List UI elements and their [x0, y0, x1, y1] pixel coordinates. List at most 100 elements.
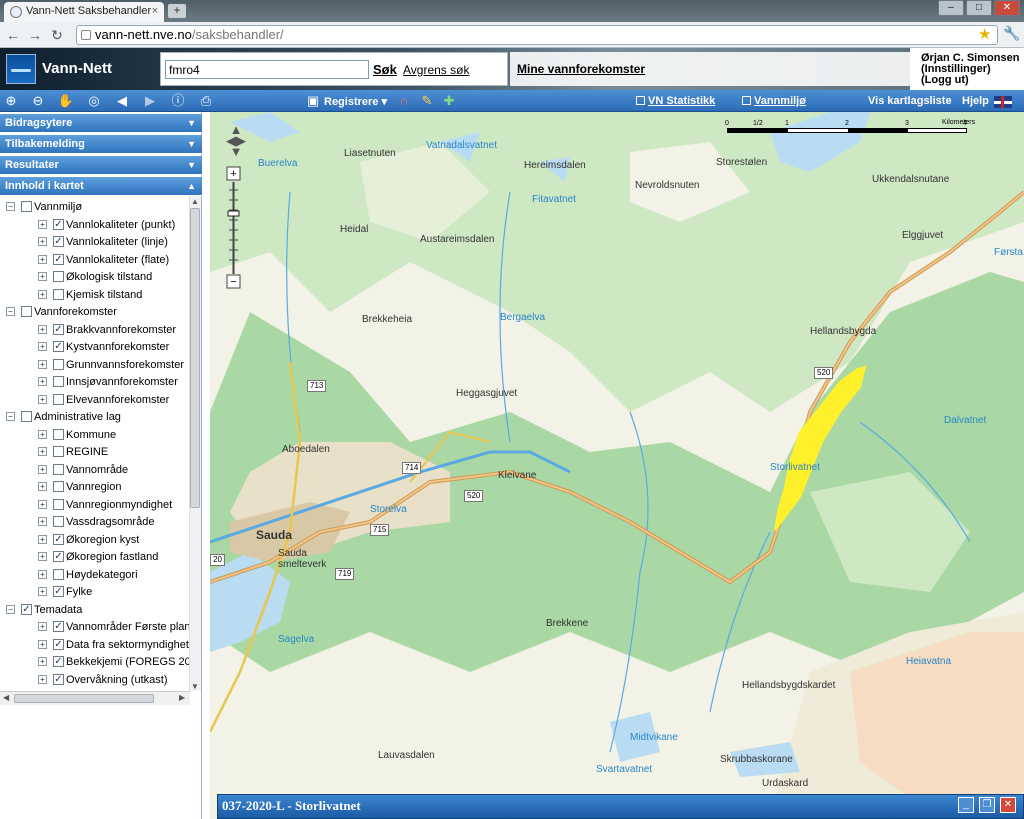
collapse-icon[interactable]: − — [6, 412, 15, 421]
expand-icon[interactable]: + — [38, 517, 47, 526]
scroll-right-icon[interactable]: ▶ — [179, 693, 185, 702]
layer-checkbox[interactable] — [53, 568, 64, 580]
layer-checkbox[interactable]: ✓ — [21, 603, 32, 615]
expand-icon[interactable]: + — [38, 657, 47, 666]
layer-checkbox[interactable]: ✓ — [53, 218, 64, 230]
tab-close-icon[interactable]: × — [152, 2, 158, 21]
reload-icon[interactable]: ↻ — [48, 26, 66, 44]
my-waterbodies-link[interactable]: Mine vannforekomster — [517, 62, 645, 76]
vn-stats-link[interactable]: VN Statistikk — [636, 95, 715, 107]
expand-icon[interactable]: + — [38, 639, 47, 649]
layer-checkbox[interactable] — [53, 446, 64, 457]
forward-arrow-icon[interactable]: ▶ — [141, 92, 159, 110]
zoom-out-icon[interactable]: ⊖ — [29, 92, 47, 110]
new-tab-button[interactable]: + — [168, 4, 186, 18]
register-menu[interactable]: Registrere ▾ — [324, 95, 387, 108]
collapse-icon[interactable]: − — [6, 202, 15, 211]
logout-link[interactable]: (Logg ut) — [921, 75, 1024, 86]
magnet-icon[interactable]: ∩ — [395, 92, 413, 110]
zoom-area-icon[interactable]: ◎ — [85, 92, 103, 110]
close-panel-button[interactable]: ✕ — [1000, 797, 1016, 813]
back-arrow-icon[interactable]: ← — [4, 26, 22, 44]
layer-checkbox[interactable]: ✓ — [53, 551, 64, 562]
bookmark-star-icon[interactable]: ★ — [978, 25, 991, 43]
panel-tilbakemelding[interactable]: Tilbakemelding ▼ — [0, 135, 202, 154]
panel-resultater[interactable]: Resultater ▼ — [0, 156, 202, 175]
pan-hand-icon[interactable]: ✋ — [57, 92, 75, 110]
register-icon[interactable]: ▣ — [304, 92, 322, 110]
layer-checkbox[interactable] — [21, 306, 32, 317]
wrench-icon[interactable]: 🔧 — [1003, 25, 1020, 42]
close-window-button[interactable]: ✕ — [994, 0, 1020, 16]
layer-checkbox[interactable]: ✓ — [53, 253, 64, 265]
back-arrow-icon[interactable]: ◀ — [113, 92, 131, 110]
layer-checkbox[interactable] — [53, 358, 64, 370]
tree-scroll-thumb[interactable] — [190, 208, 200, 508]
refine-search-link[interactable]: Avgrens søk — [403, 63, 469, 77]
collapse-icon[interactable]: − — [6, 604, 15, 614]
layer-checkbox[interactable] — [53, 516, 64, 527]
help-link[interactable]: Hjelp — [962, 95, 989, 107]
expand-icon[interactable]: + — [38, 359, 47, 369]
zoom-slider[interactable]: + − — [226, 166, 242, 290]
zoom-in-icon[interactable]: ⊕ — [2, 92, 20, 110]
layer-checkbox[interactable] — [53, 376, 64, 387]
layer-checkbox[interactable] — [53, 428, 64, 440]
expand-icon[interactable]: + — [38, 482, 47, 491]
info-icon[interactable]: ⓘ — [169, 92, 187, 110]
expand-icon[interactable]: + — [38, 272, 47, 281]
layer-checkbox[interactable] — [53, 498, 64, 510]
layer-checkbox[interactable] — [53, 393, 64, 405]
map-canvas[interactable] — [210, 112, 1024, 819]
layer-checkbox[interactable] — [21, 201, 32, 212]
print-icon[interactable]: ⎙ — [197, 92, 215, 110]
layer-checkbox[interactable]: ✓ — [53, 533, 64, 545]
minimize-button[interactable]: – — [938, 0, 964, 16]
expand-icon[interactable]: + — [38, 447, 47, 456]
tree-hscroll-thumb[interactable] — [14, 694, 154, 703]
layer-checkbox[interactable] — [53, 463, 64, 475]
layer-checkbox[interactable] — [53, 288, 64, 300]
expand-icon[interactable]: + — [38, 534, 47, 544]
expand-icon[interactable]: + — [38, 289, 47, 299]
layer-checkbox[interactable]: ✓ — [53, 656, 64, 667]
pan-control[interactable]: ▲ ◀▶ ▼ — [222, 123, 250, 158]
layer-checkbox[interactable] — [53, 481, 64, 492]
layer-checkbox[interactable]: ✓ — [53, 236, 64, 247]
restore-panel-button[interactable]: ❐ — [979, 797, 995, 813]
search-button[interactable]: Søk — [373, 62, 397, 77]
expand-icon[interactable]: + — [38, 394, 47, 404]
expand-icon[interactable]: + — [38, 569, 47, 579]
expand-icon[interactable]: + — [38, 254, 47, 264]
layer-checkbox[interactable]: ✓ — [53, 673, 64, 685]
add-object-icon[interactable]: ✚ — [440, 92, 458, 110]
search-input[interactable] — [165, 60, 369, 79]
layer-checkbox[interactable] — [21, 411, 32, 422]
expand-icon[interactable]: + — [38, 237, 47, 246]
expand-icon[interactable]: + — [38, 587, 47, 596]
expand-icon[interactable]: + — [38, 464, 47, 474]
expand-icon[interactable]: + — [38, 219, 47, 229]
expand-icon[interactable]: + — [38, 622, 47, 631]
browser-tab[interactable]: Vann-Nett Saksbehandler × — [4, 2, 164, 22]
scroll-left-icon[interactable]: ◀ — [3, 693, 9, 702]
forward-arrow-icon[interactable]: → — [26, 26, 44, 44]
map-view[interactable]: Liasetnuten Hereimsdalen Nevroldsnuten S… — [210, 112, 1024, 819]
layer-checkbox[interactable]: ✓ — [53, 638, 64, 650]
expand-icon[interactable]: + — [38, 499, 47, 509]
layer-checkbox[interactable]: ✓ — [53, 341, 64, 352]
expand-icon[interactable]: + — [38, 552, 47, 561]
maximize-button[interactable]: □ — [966, 0, 992, 16]
expand-icon[interactable]: + — [38, 377, 47, 386]
vannmiljo-link[interactable]: Vannmiljø — [742, 95, 806, 107]
layer-checkbox[interactable]: ✓ — [53, 323, 64, 335]
panel-innhold-i-kartet[interactable]: Innhold i kartet ▲ — [0, 177, 202, 196]
expand-icon[interactable]: + — [38, 429, 47, 439]
expand-icon[interactable]: + — [38, 674, 47, 684]
pencil-icon[interactable]: ✎ — [418, 92, 436, 110]
english-flag-icon[interactable] — [994, 96, 1012, 108]
layer-checkbox[interactable]: ✓ — [53, 621, 64, 632]
show-layers-link[interactable]: Vis kartlagsliste — [868, 95, 952, 107]
minimize-panel-button[interactable]: _ — [958, 797, 974, 813]
expand-icon[interactable]: + — [38, 324, 47, 334]
